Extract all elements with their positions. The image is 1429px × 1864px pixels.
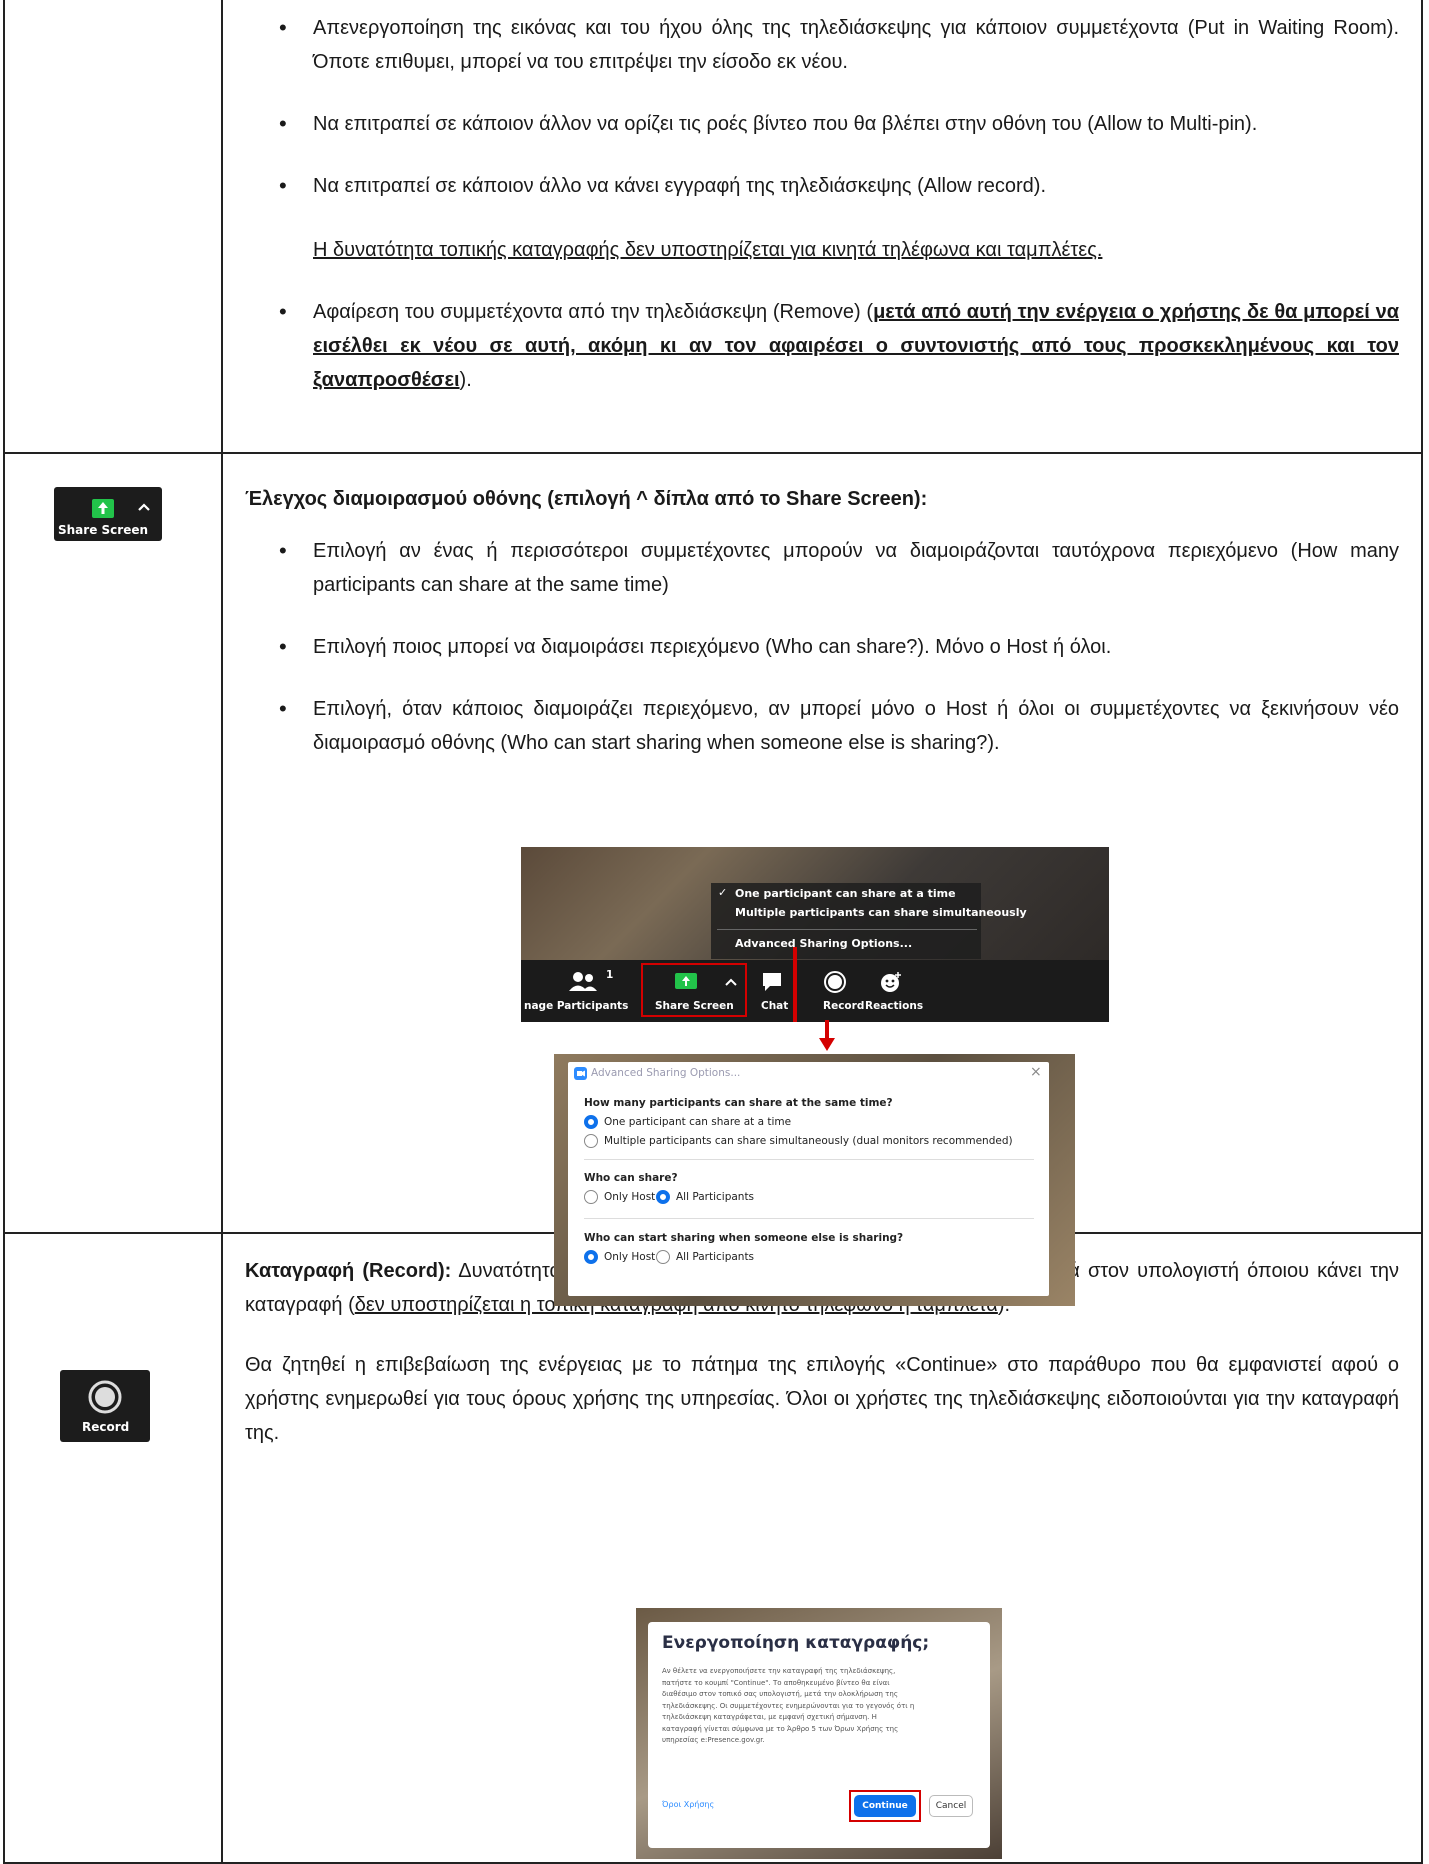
advanced-sharing-dialog: Advanced Sharing Options... × How many p… [568, 1062, 1049, 1296]
menu-item-multiple-participants[interactable]: Multiple participants can share simultan… [735, 906, 1027, 919]
option-all-participants-start: All Participants [676, 1251, 755, 1263]
share-screen-green-icon [675, 973, 697, 989]
dialog-body-line: διαθέσιμο στον τοπικό σας υπολογιστή, με… [662, 1690, 898, 1698]
question-who-can-start: Who can start sharing when someone else … [584, 1232, 904, 1244]
participants-icon [569, 972, 597, 991]
reactions-button[interactable]: Reactions [865, 1000, 923, 1012]
option-only-host: Only Host [604, 1191, 656, 1203]
dialog-title: Advanced Sharing Options... [591, 1067, 741, 1079]
option-only-host-start: Only Host [604, 1251, 656, 1263]
icon-cell-empty [3, 0, 223, 454]
dialog-body-line: Αν θέλετε να ενεργοποιήσετε την καταγραφ… [662, 1667, 896, 1675]
recording-consent-screenshot: Ενεργοποίηση καταγραφής; Αν θέλετε να εν… [636, 1608, 1002, 1859]
list-item: Επιλογή αν ένας ή περισσότεροι συμμετέχο… [245, 534, 1399, 602]
list-item: Να επιτραπεί σε κάποιον άλλον να ορίζει … [245, 107, 1399, 141]
menu-item-advanced-sharing[interactable]: Advanced Sharing Options... [735, 937, 912, 950]
list-item-remove: Αφαίρεση του συμμετέχοντα από την τηλεδι… [245, 295, 1399, 397]
text-cell: Απενεργοποίηση της εικόνας και του ήχου … [221, 0, 1423, 454]
share-screen-label: Share Screen [58, 523, 149, 537]
recording-dialog: Ενεργοποίηση καταγραφής; Αν θέλετε να εν… [648, 1622, 990, 1848]
list-item: Να επιτραπεί σε κάποιον άλλο να κάνει εγ… [245, 169, 1399, 203]
participants-button[interactable]: nage Participants [524, 1000, 628, 1012]
record-button-icon [824, 971, 846, 993]
list-item: Επιλογή ποιος μπορεί να διαμοιράσει περι… [245, 630, 1399, 664]
menu-checkmark: ✓ [718, 886, 728, 899]
share-screen-button[interactable]: Share Screen [655, 1000, 734, 1012]
question-how-many: How many participants can share at the s… [584, 1097, 893, 1109]
arrow-down-icon [819, 1020, 835, 1051]
share-screen-icon: Share Screen [54, 487, 162, 541]
radio-only-host-start[interactable] [584, 1250, 598, 1264]
record-confirm-paragraph: Θα ζητηθεί η επιβεβαίωση της ενέργειας μ… [245, 1354, 1399, 1444]
document-page: Απενεργοποίηση της εικόνας και του ήχου … [0, 0, 1429, 1864]
icon-cell-share: Share Screen [3, 452, 223, 1234]
remove-suffix: ). [459, 369, 472, 391]
dialog-body-line: υπηρεσίας e:Presence.gov.gr. [662, 1736, 765, 1744]
list-item: Επιλογή, όταν κάποιος διαμοιράζει περιεχ… [245, 692, 1399, 760]
recording-dialog-body: Αν θέλετε να ενεργοποιήσετε την καταγραφ… [662, 1666, 914, 1747]
radio-only-host[interactable] [584, 1190, 598, 1204]
record-label: Record [82, 1420, 130, 1434]
option-multiple-participants: Multiple participants can share simultan… [604, 1135, 1013, 1147]
question-who-can-share: Who can share? [584, 1172, 678, 1184]
table-row: Απενεργοποίηση της εικόνας και του ήχου … [3, 0, 1423, 454]
dialog-divider [584, 1159, 1034, 1160]
arrow-line [793, 947, 797, 1022]
dialog-body-line: πατήστε το κουμπί "Continue". Το αποθηκε… [662, 1678, 890, 1687]
advanced-sharing-screenshot: Advanced Sharing Options... × How many p… [554, 1054, 1075, 1306]
chevron-up-icon[interactable] [724, 977, 738, 987]
record-button[interactable]: Record [823, 1000, 864, 1012]
record-icon: Record [60, 1370, 150, 1442]
continue-button[interactable]: Continue [854, 1795, 916, 1817]
chat-icon [763, 973, 781, 991]
option-all-participants: All Participants [676, 1191, 755, 1203]
dialog-body-line: καταγραφή γίνεται σύμφωνα με το Άρθρο 5 … [662, 1724, 899, 1733]
radio-multiple-participants[interactable] [584, 1134, 598, 1148]
dialog-divider [584, 1218, 1034, 1219]
radio-one-participant[interactable] [584, 1115, 598, 1129]
recording-dialog-title: Ενεργοποίηση καταγραφής; [662, 1633, 930, 1653]
icon-cell-record: Record [3, 1232, 223, 1864]
terms-link[interactable]: Όροι Χρήσης [662, 1800, 714, 1809]
menu-divider [717, 929, 977, 930]
dialog-body-line: τηλεδιάσκεψης. Οι συμμετέχοντες ενημερών… [662, 1701, 915, 1710]
dialog-body-line: τηλεδιάσκεψη καταγράφεται, με εμφανή σχε… [662, 1713, 877, 1721]
record-heading: Καταγραφή (Record): [245, 1260, 452, 1282]
section-heading: Έλεγχος διαμοιρασμού οθόνης (επιλογή ^ δ… [245, 488, 928, 510]
zoom-logo-icon [574, 1067, 587, 1080]
zoom-toolbar-screenshot: ✓ One participant can share at a time Mu… [521, 847, 1109, 1022]
remove-prefix: Αφαίρεση του συμμετέχοντα από την τηλεδι… [313, 301, 874, 323]
option-one-participant: One participant can share at a time [604, 1116, 792, 1128]
list-item: Απενεργοποίηση της εικόνας και του ήχου … [245, 11, 1399, 79]
reactions-icon [881, 972, 901, 992]
menu-item-one-participant[interactable]: One participant can share at a time [735, 887, 956, 900]
cancel-button[interactable]: Cancel [929, 1795, 973, 1817]
participants-count: 1 [606, 969, 614, 981]
close-icon[interactable]: × [1030, 1064, 1042, 1080]
radio-all-participants-start[interactable] [656, 1250, 670, 1264]
mobile-note: Η δυνατότητα τοπικής καταγραφής δεν υποσ… [313, 239, 1103, 261]
chat-button[interactable]: Chat [761, 1000, 788, 1012]
radio-all-participants[interactable] [656, 1190, 670, 1204]
